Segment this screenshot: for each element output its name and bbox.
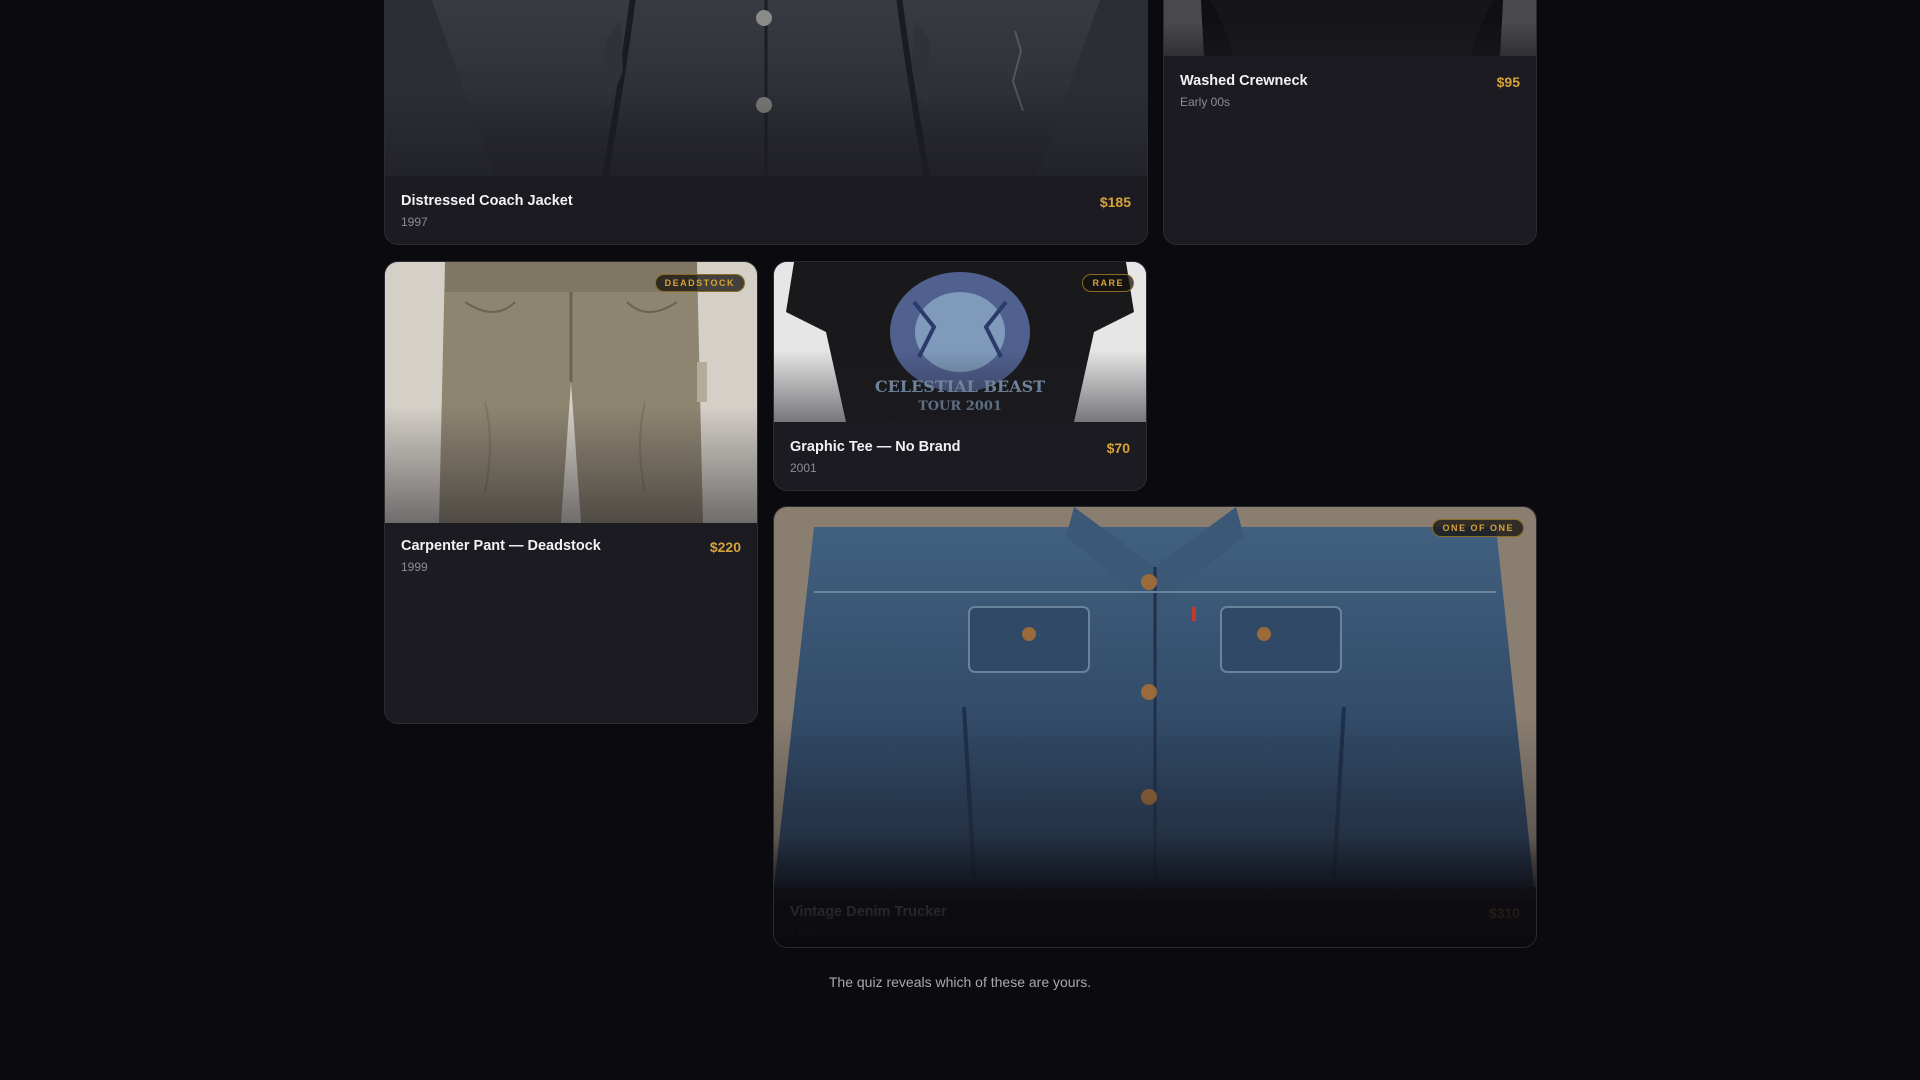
product-year: 2001 [790,461,817,475]
product-year: 1999 [401,560,428,574]
product-price: $220 [709,539,741,555]
product-year: Early 00s [1180,95,1231,109]
tee-print-line1: CELESTIAL BEAST [875,377,1045,396]
product-price: $185 [1099,194,1131,210]
product-name: Distressed Coach Jacket [401,193,573,209]
product-year: 1994 [790,926,817,940]
product-name: Washed Crewneck [1180,73,1308,89]
product-image-denim-trucker [774,507,1536,887]
product-card-carpenter-pant[interactable]: DEADSTOCK Carpenter Pant — Deadstock 199… [384,261,758,724]
product-image-washed-crewneck [1164,0,1536,56]
product-card-denim-trucker[interactable]: ONE OF ONE Vintage Denim Trucker 1994 $3… [773,506,1537,948]
product-card-graphic-tee[interactable]: CELESTIAL BEAST TOUR 2001 RARE Graphic T… [773,261,1147,491]
product-name: Graphic Tee — No Brand [790,439,961,455]
product-year: 1997 [401,215,428,229]
product-image-carpenter-pant [385,262,757,523]
product-price: $95 [1496,74,1520,90]
product-name: Carpenter Pant — Deadstock [401,538,601,554]
status-badge: RARE [1082,274,1134,292]
status-badge: ONE OF ONE [1432,519,1524,537]
product-price: $310 [1488,905,1520,921]
footer-caption: The quiz reveals which of these are your… [828,974,1092,990]
product-card-washed-crewneck[interactable]: Washed Crewneck Early 00s $95 [1163,0,1537,245]
product-card-coach-jacket[interactable]: Distressed Coach Jacket 1997 $185 [384,0,1148,245]
status-badge: DEADSTOCK [654,274,745,292]
tee-print-line2: TOUR 2001 [918,399,1002,414]
product-price: $70 [1106,440,1130,456]
product-image-coach-jacket [385,0,1147,176]
product-name: Vintage Denim Trucker [790,904,947,920]
